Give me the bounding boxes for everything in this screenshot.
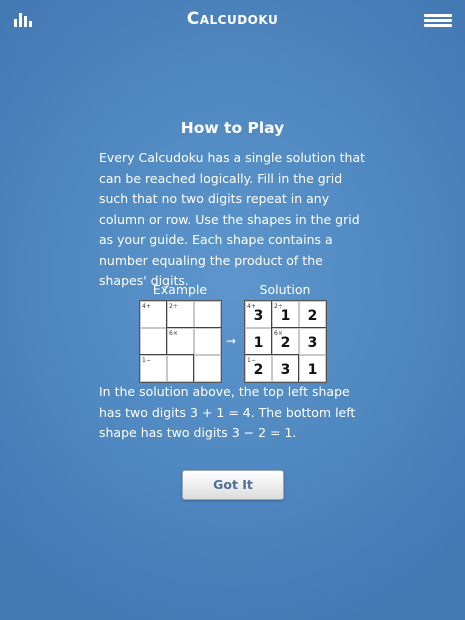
how-to-play-heading: How to Play <box>180 119 285 137</box>
solution-digit: 3 <box>307 335 318 351</box>
clue-label: 1− <box>142 357 151 364</box>
solution-digit: 2 <box>253 362 264 378</box>
solution-label: Solution <box>259 282 311 297</box>
solution-digit: 1 <box>307 362 318 378</box>
clue-label: 6× <box>169 330 178 337</box>
hamburger-menu-icon[interactable] <box>424 14 452 27</box>
solution-digit: 1 <box>280 308 291 324</box>
clue-label: 4+ <box>142 303 151 310</box>
solution-digit: 1 <box>253 335 264 351</box>
solution-grid: 4+ 2÷ 6× 1− 3 1 2 1 2 3 2 3 1 <box>244 300 327 383</box>
got-it-button[interactable]: Got It <box>182 470 284 500</box>
solution-digit: 2 <box>280 335 291 351</box>
app-title-text: Calcudoku <box>186 9 279 29</box>
solution-digit: 3 <box>253 308 264 324</box>
explanation-text: In the solution above, the top left shap… <box>99 384 356 440</box>
solution-digit: 3 <box>280 362 291 378</box>
solution-digit: 2 <box>307 308 318 324</box>
example-label: Example <box>152 282 208 297</box>
arrow: → <box>226 334 237 348</box>
example-grid: 4+ 2÷ 6× 1− <box>139 300 222 383</box>
clue-label: 2÷ <box>169 303 178 310</box>
intro-text: Every Calcudoku has a single solution th… <box>99 150 366 288</box>
app-title: Calcudoku <box>0 9 465 29</box>
